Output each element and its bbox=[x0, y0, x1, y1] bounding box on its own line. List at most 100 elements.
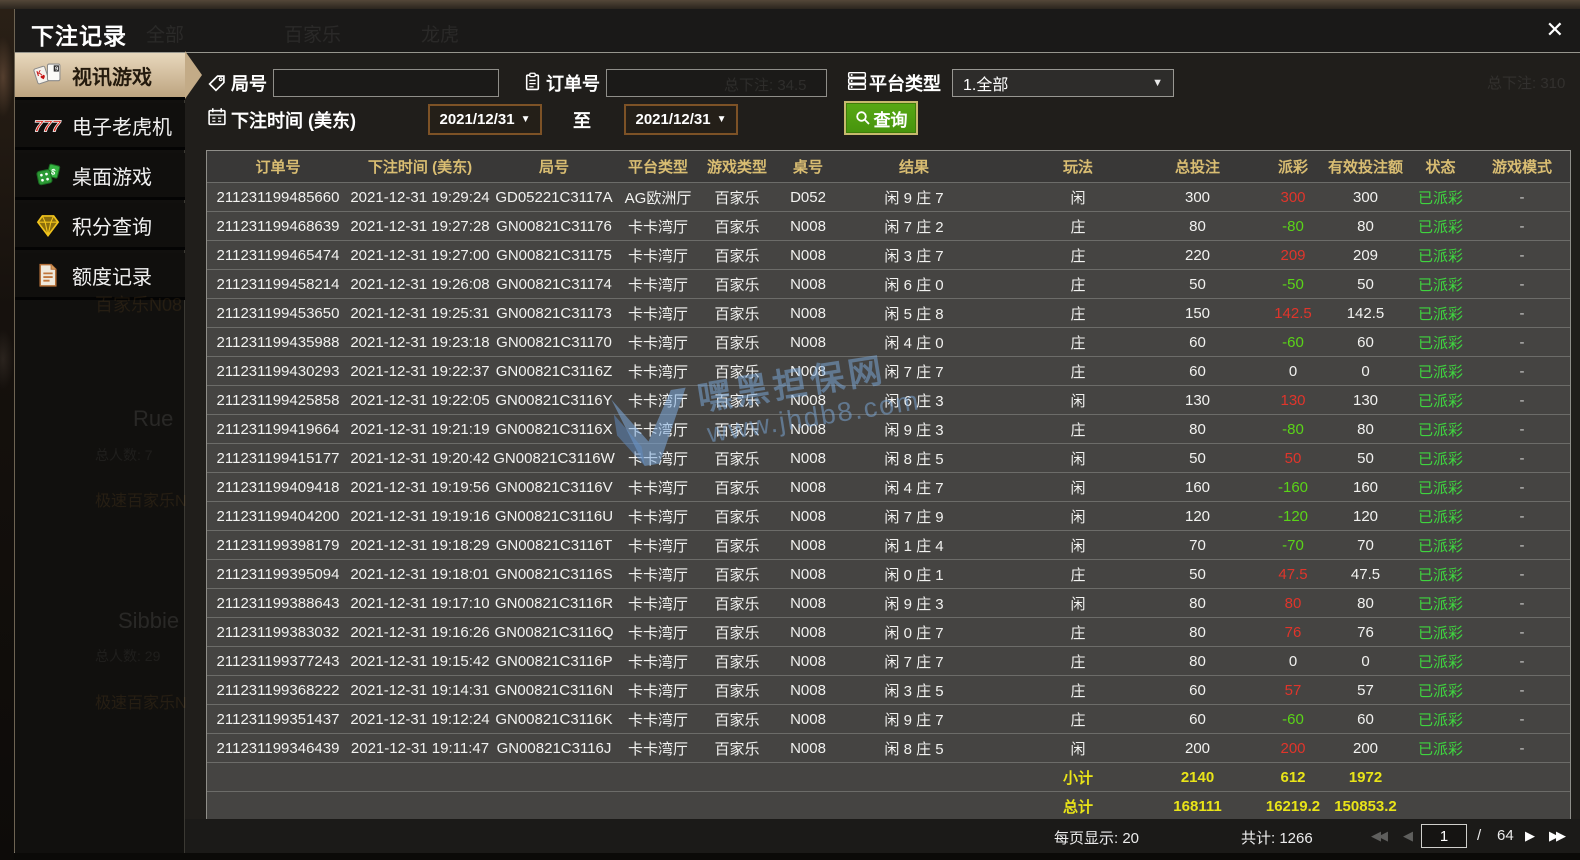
cell-payout: 0 bbox=[1288, 652, 1298, 670]
cell-payout: -70 bbox=[1282, 536, 1304, 554]
subtotal-total-bet: 2140 bbox=[1180, 768, 1215, 786]
cell-round-number: GN00821C3116Q bbox=[494, 623, 614, 641]
cell-valid-bet: 120 bbox=[1352, 507, 1379, 525]
platform-type-select[interactable]: 1.全部 ▼ bbox=[952, 69, 1174, 97]
sidebar-item-video-games[interactable]: K 9 视讯游戏 bbox=[15, 53, 185, 100]
cell-order-number: 211231199458214 bbox=[216, 275, 340, 293]
search-button-label: 查询 bbox=[873, 110, 908, 130]
cell-payout: 209 bbox=[1280, 246, 1306, 264]
sidebar-item-points[interactable]: 积分查询 bbox=[15, 203, 185, 250]
cell-result: 闲 7 庄 7 bbox=[884, 653, 944, 671]
cell-result: 闲 7 庄 9 bbox=[884, 508, 944, 526]
cell-round-number: GN00821C3116V bbox=[495, 478, 613, 496]
cell-status: 已派彩 bbox=[1417, 392, 1463, 410]
cell-round-number: GN00821C3116J bbox=[496, 739, 612, 757]
order-number-input[interactable] bbox=[606, 69, 827, 97]
cell-table-number: N008 bbox=[790, 507, 826, 525]
cell-platform: 卡卡湾厅 bbox=[627, 363, 688, 381]
cell-game-mode: - bbox=[1519, 188, 1525, 206]
cell-round-number: GN00821C3116Z bbox=[495, 362, 613, 380]
cell-round-number: GN00821C3116P bbox=[495, 652, 613, 670]
page-number-input[interactable] bbox=[1421, 824, 1467, 848]
cell-play-type: 闲 bbox=[1070, 392, 1086, 410]
cell-table-number: N008 bbox=[790, 681, 826, 699]
cell-game-mode: - bbox=[1519, 246, 1525, 264]
cell-bet-time: 2021-12-31 19:27:28 bbox=[350, 217, 490, 235]
first-page-icon[interactable]: ◀◀ bbox=[1371, 828, 1388, 844]
cell-total-bet: 150 bbox=[1184, 304, 1211, 322]
cell-bet-time: 2021-12-31 19:16:26 bbox=[350, 623, 490, 641]
page-divider: / bbox=[1477, 827, 1482, 844]
cell-valid-bet: 300 bbox=[1352, 188, 1379, 206]
cell-play-type: 闲 bbox=[1070, 740, 1086, 758]
cell-result: 闲 0 庄 7 bbox=[884, 624, 944, 642]
cell-table-number: N008 bbox=[790, 420, 826, 438]
background-edge bbox=[0, 9, 14, 860]
sidebar-item-slots[interactable]: 777 电子老虎机 bbox=[15, 103, 185, 150]
col-header: 桌号 bbox=[792, 159, 823, 176]
cell-payout: -80 bbox=[1282, 217, 1304, 235]
close-icon[interactable]: ✕ bbox=[1546, 16, 1564, 44]
cell-order-number: 211231199430293 bbox=[216, 362, 340, 380]
cell-game-mode: - bbox=[1519, 652, 1525, 670]
date-from-picker[interactable]: 2021/12/31 ▼ bbox=[428, 104, 542, 135]
dialog-titlebar: 下注记录 全部 百家乐 龙虎 ✕ bbox=[15, 9, 1580, 53]
slot-777-icon: 777 bbox=[33, 112, 63, 139]
cell-round-number: GN00821C3116X bbox=[495, 420, 613, 438]
cell-bet-time: 2021-12-31 19:14:31 bbox=[350, 681, 490, 699]
cell-platform: 卡卡湾厅 bbox=[627, 247, 688, 265]
svg-text:9: 9 bbox=[55, 66, 58, 72]
cell-bet-time: 2021-12-31 19:17:10 bbox=[350, 594, 490, 612]
cell-game-mode: - bbox=[1519, 362, 1525, 380]
col-header: 玩法 bbox=[1062, 159, 1093, 176]
search-button[interactable]: 查询 bbox=[844, 101, 918, 135]
chevron-down-icon: ▼ bbox=[716, 114, 727, 125]
col-header: 总投注 bbox=[1174, 159, 1220, 176]
last-page-icon[interactable]: ▶▶ bbox=[1549, 828, 1566, 844]
prev-page-icon[interactable]: ◀ bbox=[1403, 828, 1413, 844]
cell-payout: 0 bbox=[1288, 362, 1298, 380]
cell-platform: 卡卡湾厅 bbox=[627, 740, 688, 758]
cell-result: 闲 9 庄 7 bbox=[884, 711, 944, 729]
cell-game-mode: - bbox=[1519, 478, 1525, 496]
cell-order-number: 211231199388643 bbox=[216, 594, 340, 612]
cell-status: 已派彩 bbox=[1417, 711, 1463, 729]
cell-payout: 130 bbox=[1280, 391, 1306, 409]
sidebar-item-table-games[interactable]: $ 桌面游戏 bbox=[15, 153, 185, 200]
cell-total-bet: 200 bbox=[1184, 739, 1211, 757]
cell-game-type: 百家乐 bbox=[714, 711, 760, 729]
clipboard-icon bbox=[523, 72, 542, 96]
cell-total-bet: 80 bbox=[1189, 420, 1206, 438]
cell-platform: 卡卡湾厅 bbox=[627, 682, 688, 700]
cell-platform: 卡卡湾厅 bbox=[627, 653, 688, 671]
cell-platform: 卡卡湾厅 bbox=[627, 624, 688, 642]
cell-result: 闲 6 庄 0 bbox=[884, 276, 944, 294]
table-row: 211231199430293 2021-12-31 19:22:37 GN00… bbox=[207, 356, 1570, 385]
cell-result: 闲 7 庄 2 bbox=[884, 218, 944, 236]
cell-play-type: 庄 bbox=[1070, 566, 1086, 584]
cell-valid-bet: 80 bbox=[1357, 594, 1374, 612]
date-to-picker[interactable]: 2021/12/31 ▼ bbox=[624, 104, 738, 135]
table-row: 211231199435988 2021-12-31 19:23:18 GN00… bbox=[207, 327, 1570, 356]
cell-order-number: 211231199346439 bbox=[216, 739, 340, 757]
cell-valid-bet: 57 bbox=[1357, 681, 1374, 699]
grand-total-total-bet: 168111 bbox=[1173, 797, 1222, 815]
cell-round-number: GN00821C3116T bbox=[495, 536, 613, 554]
cell-play-type: 闲 bbox=[1070, 537, 1086, 555]
cell-result: 闲 9 庄 7 bbox=[884, 189, 944, 207]
next-page-icon[interactable]: ▶ bbox=[1525, 828, 1535, 844]
cell-status: 已派彩 bbox=[1417, 363, 1463, 381]
round-number-input[interactable] bbox=[273, 69, 499, 97]
cell-game-type: 百家乐 bbox=[714, 363, 760, 381]
cell-game-type: 百家乐 bbox=[714, 682, 760, 700]
cell-total-bet: 80 bbox=[1189, 217, 1206, 235]
table-row: 211231199368222 2021-12-31 19:14:31 GN00… bbox=[207, 675, 1570, 704]
cell-table-number: N008 bbox=[790, 246, 826, 264]
chevron-down-icon: ▼ bbox=[520, 114, 531, 125]
cell-game-mode: - bbox=[1519, 420, 1525, 438]
sidebar-item-quota-records[interactable]: 额度记录 bbox=[15, 253, 185, 300]
bg-tab: 龙虎 bbox=[421, 25, 460, 46]
col-header: 游戏类型 bbox=[706, 159, 767, 176]
cell-order-number: 211231199485660 bbox=[216, 188, 340, 206]
cell-order-number: 211231199435988 bbox=[216, 333, 340, 351]
